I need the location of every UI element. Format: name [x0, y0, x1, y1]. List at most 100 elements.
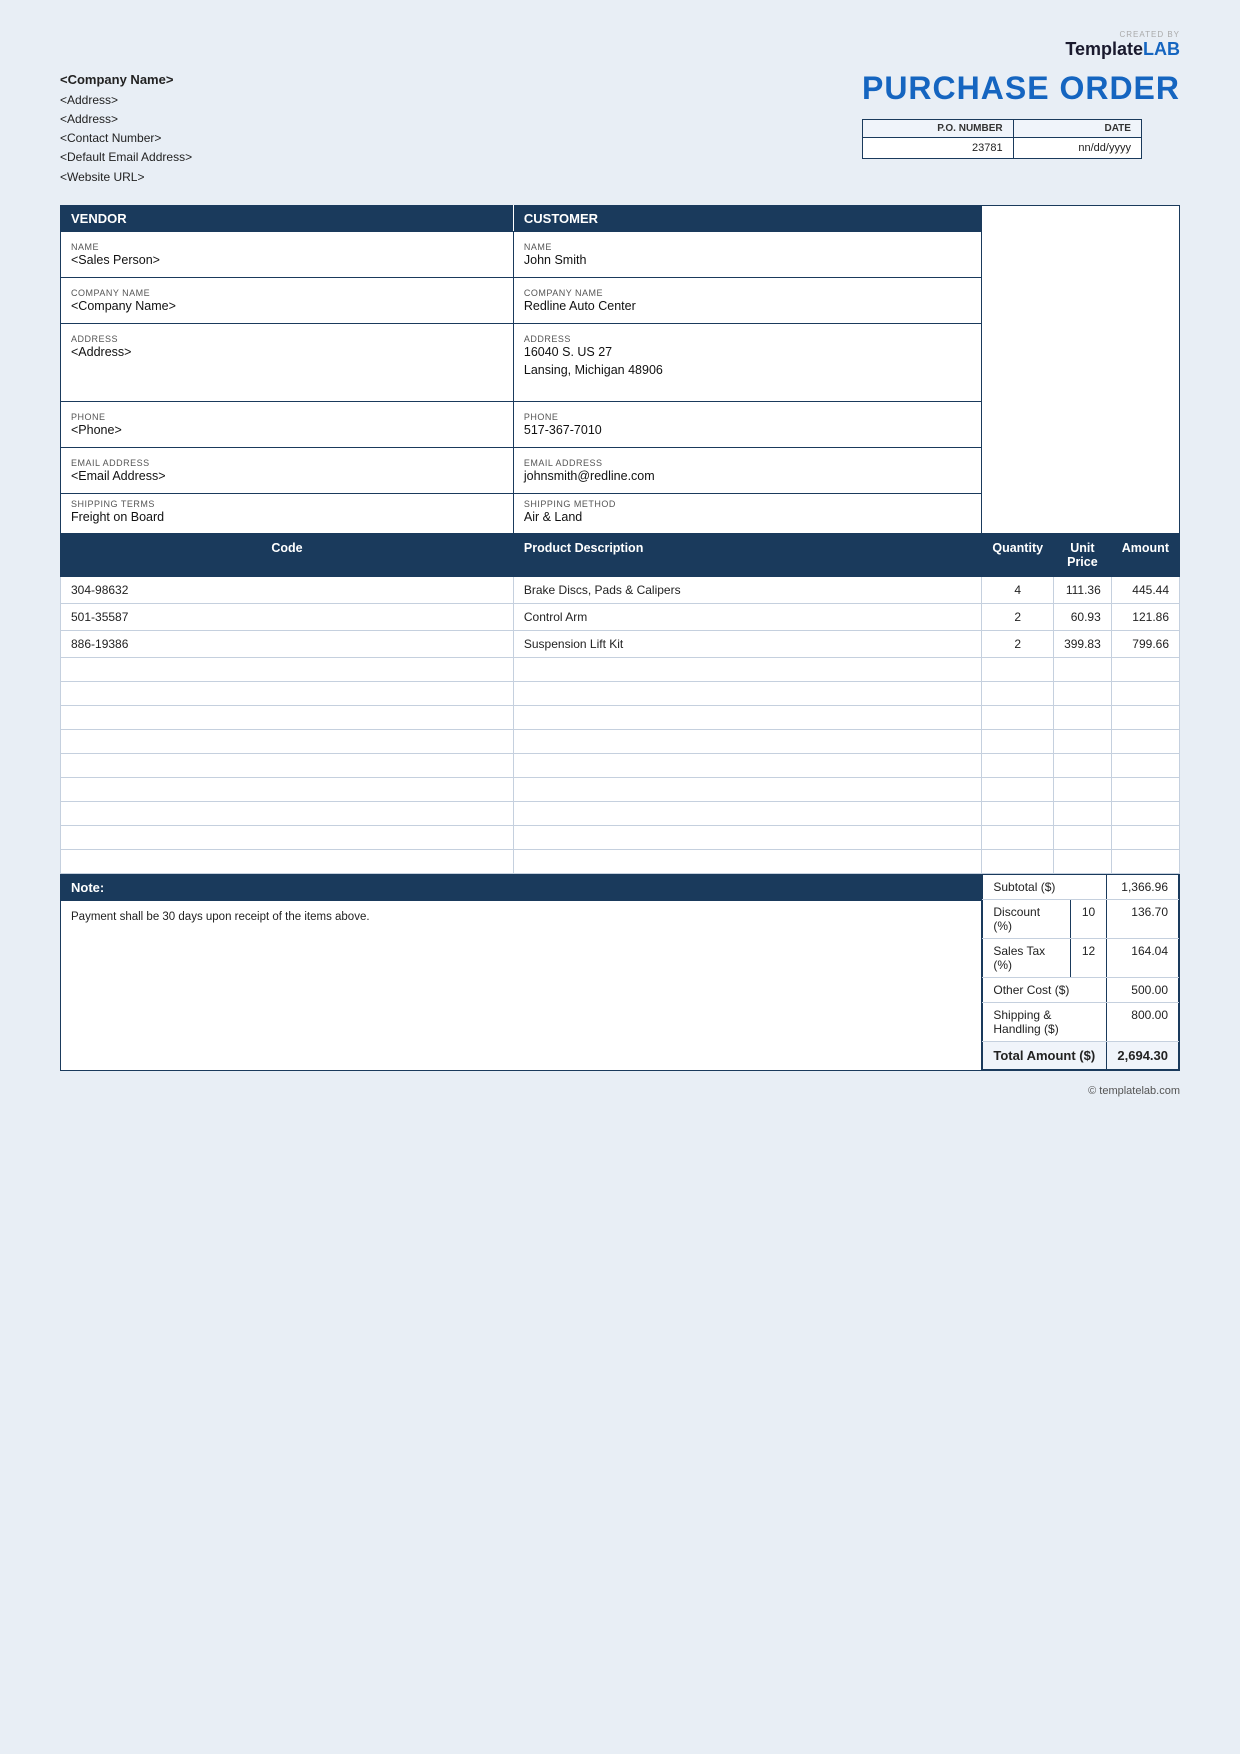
customer-company-label: COMPANY NAME — [524, 288, 971, 299]
item-quantity — [982, 753, 1054, 777]
shipping-method-value: Air & Land — [524, 510, 971, 528]
shipping-terms-value: Freight on Board — [71, 510, 503, 528]
vendor-name-cell: NAME <Sales Person> — [61, 232, 513, 277]
discount-value: 136.70 — [1107, 899, 1179, 938]
item-description: Suspension Lift Kit — [513, 630, 981, 657]
table-row: 304-98632 Brake Discs, Pads & Calipers 4… — [61, 576, 1180, 603]
item-quantity — [982, 801, 1054, 825]
item-unit-price — [1054, 825, 1112, 849]
item-unit-price — [1054, 681, 1112, 705]
note-summary-row: Note: Payment shall be 30 days upon rece… — [61, 873, 1180, 1070]
shipping-row: SHIPPING TERMS Freight on Board SHIPPING… — [61, 493, 1180, 533]
item-code: 501-35587 — [61, 603, 514, 630]
item-amount — [1111, 801, 1179, 825]
table-row — [61, 849, 1180, 873]
item-quantity — [982, 657, 1054, 681]
vendor-phone-label: PHONE — [71, 412, 503, 423]
col-header-quantity: Quantity — [982, 533, 1054, 576]
customer-email-label: EMAIL ADDRESS — [524, 458, 971, 469]
company-address2: <Address> — [60, 110, 192, 129]
item-quantity — [982, 729, 1054, 753]
table-row — [61, 681, 1180, 705]
created-by-label: CREATED BY — [60, 30, 1180, 39]
shipping-cost-row: Shipping & Handling ($) 800.00 — [983, 1002, 1179, 1041]
po-number-value: 23781 — [862, 138, 1013, 159]
customer-section-header: CUSTOMER — [513, 205, 981, 231]
customer-email-cell: EMAIL ADDRESS johnsmith@redline.com — [514, 448, 981, 493]
table-row: 501-35587 Control Arm 2 60.93 121.86 — [61, 603, 1180, 630]
item-description — [513, 729, 981, 753]
item-amount: 121.86 — [1111, 603, 1179, 630]
col-header-code: Code — [61, 533, 514, 576]
item-unit-price: 399.83 — [1054, 630, 1112, 657]
table-row: 886-19386 Suspension Lift Kit 2 399.83 7… — [61, 630, 1180, 657]
item-code — [61, 825, 514, 849]
po-title: PURCHASE ORDER — [862, 70, 1180, 107]
vendor-address-label: ADDRESS — [71, 334, 503, 345]
shipping-method-label: SHIPPING METHOD — [524, 499, 971, 510]
shipping-cost-value: 800.00 — [1107, 1002, 1179, 1041]
item-amount — [1111, 657, 1179, 681]
brand-template: Template — [1065, 39, 1143, 59]
vendor-email-label: EMAIL ADDRESS — [71, 458, 503, 469]
item-quantity — [982, 705, 1054, 729]
item-quantity — [982, 849, 1054, 873]
item-quantity: 2 — [982, 603, 1054, 630]
customer-address-cell: ADDRESS 16040 S. US 27 Lansing, Michigan… — [514, 324, 981, 401]
customer-phone-label: PHONE — [524, 412, 971, 423]
note-section: Note: Payment shall be 30 days upon rece… — [61, 874, 981, 931]
item-amount: 445.44 — [1111, 576, 1179, 603]
discount-label: Discount (%) — [983, 899, 1070, 938]
customer-phone-cell: PHONE 517-367-7010 — [514, 402, 981, 447]
item-description — [513, 825, 981, 849]
footer-credit: © templatelab.com — [60, 1085, 1180, 1097]
other-cost-row: Other Cost ($) 500.00 — [983, 977, 1179, 1002]
table-row — [61, 753, 1180, 777]
item-code: 304-98632 — [61, 576, 514, 603]
item-amount — [1111, 777, 1179, 801]
customer-email-value: johnsmith@redline.com — [524, 469, 971, 487]
shipping-method-cell: SHIPPING METHOD Air & Land — [514, 494, 981, 533]
customer-company-value: Redline Auto Center — [524, 299, 971, 317]
discount-pct: 10 — [1070, 899, 1107, 938]
items-header-row: Code Product Description Quantity Unit P… — [61, 533, 1180, 576]
po-title-block: PURCHASE ORDER P.O. NUMBER DATE 23781 nn… — [862, 70, 1180, 159]
item-amount — [1111, 705, 1179, 729]
item-quantity — [982, 681, 1054, 705]
item-amount — [1111, 729, 1179, 753]
tax-pct: 12 — [1070, 938, 1107, 977]
col-header-description: Product Description — [513, 533, 981, 576]
item-description — [513, 753, 981, 777]
po-number-date-table: P.O. NUMBER DATE 23781 nn/dd/yyyy — [862, 119, 1142, 159]
table-row — [61, 801, 1180, 825]
item-quantity — [982, 825, 1054, 849]
customer-phone-value: 517-367-7010 — [524, 423, 971, 441]
table-row — [61, 705, 1180, 729]
customer-name-label: NAME — [524, 242, 971, 253]
item-description — [513, 801, 981, 825]
item-code — [61, 681, 514, 705]
item-code — [61, 729, 514, 753]
total-row: Total Amount ($) 2,694.30 — [983, 1041, 1179, 1069]
item-unit-price: 111.36 — [1054, 576, 1112, 603]
customer-company-cell: COMPANY NAME Redline Auto Center — [514, 278, 981, 323]
item-unit-price — [1054, 753, 1112, 777]
item-description — [513, 705, 981, 729]
item-amount — [1111, 849, 1179, 873]
company-row: COMPANY NAME <Company Name> COMPANY NAME… — [61, 277, 1180, 323]
item-amount: 799.66 — [1111, 630, 1179, 657]
item-quantity: 4 — [982, 576, 1054, 603]
discount-row: Discount (%) 10 136.70 — [983, 899, 1179, 938]
item-code — [61, 705, 514, 729]
date-label: DATE — [1013, 120, 1141, 138]
vendor-email-cell: EMAIL ADDRESS <Email Address> — [61, 448, 513, 493]
company-website: <Website URL> — [60, 168, 192, 187]
col-header-amount: Amount — [1111, 533, 1179, 576]
tax-row: Sales Tax (%) 12 164.04 — [983, 938, 1179, 977]
item-amount — [1111, 753, 1179, 777]
customer-name-cell: NAME John Smith — [514, 232, 981, 277]
items-body: 304-98632 Brake Discs, Pads & Calipers 4… — [61, 576, 1180, 873]
item-code — [61, 849, 514, 873]
table-row — [61, 825, 1180, 849]
email-row: EMAIL ADDRESS <Email Address> EMAIL ADDR… — [61, 447, 1180, 493]
